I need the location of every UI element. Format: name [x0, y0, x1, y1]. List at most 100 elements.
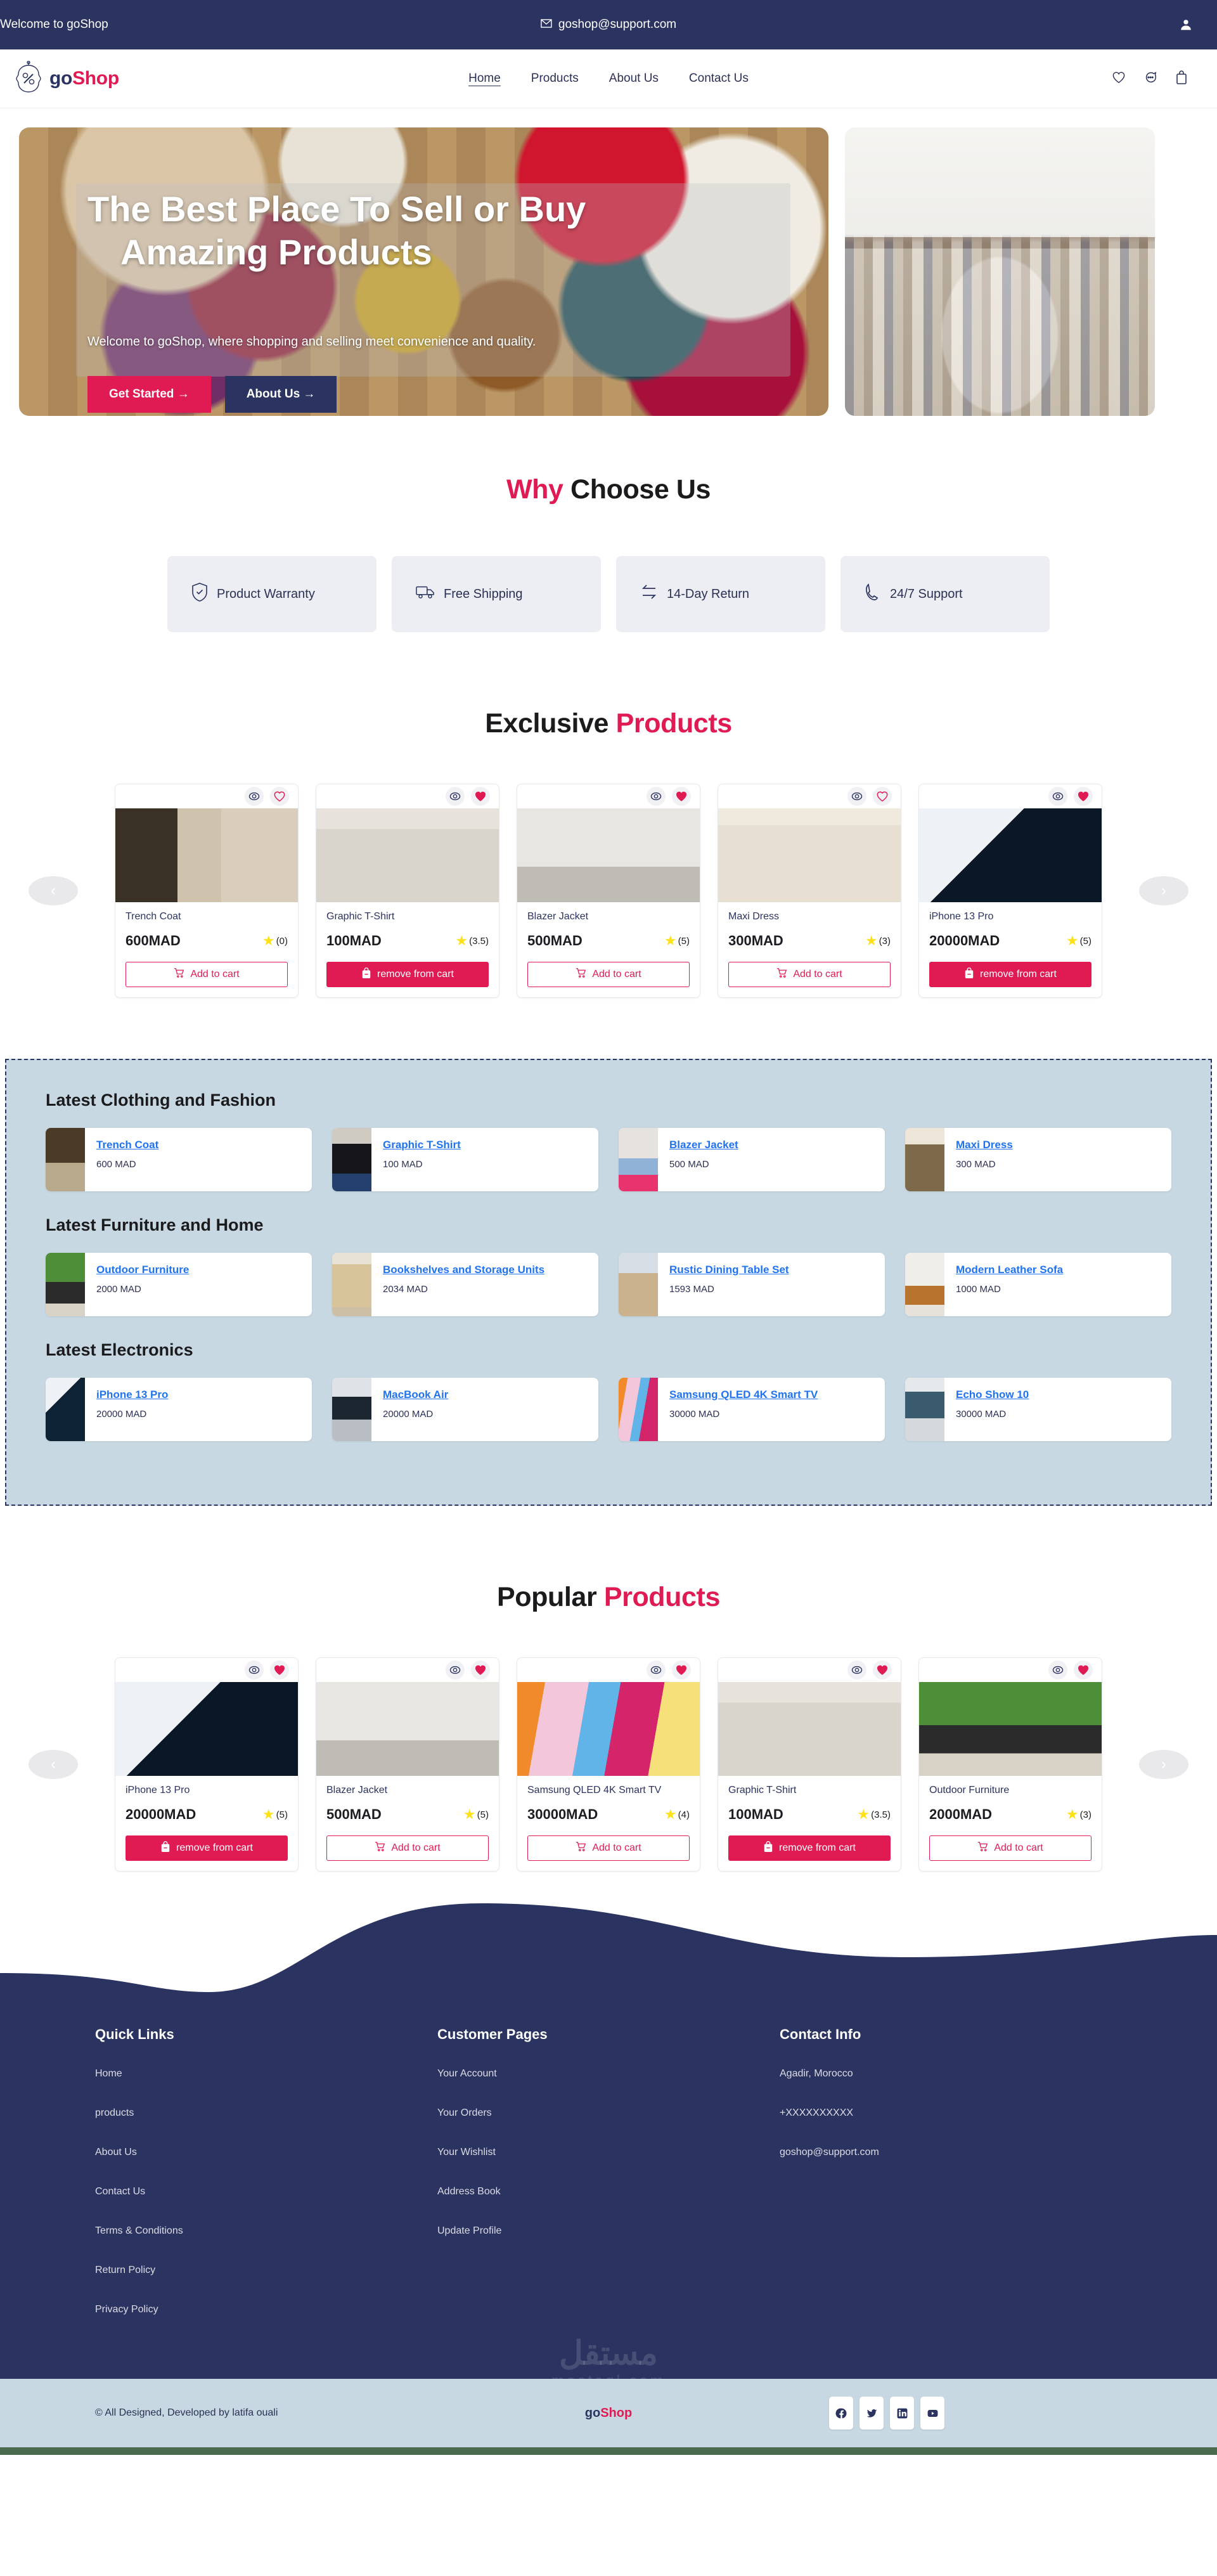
latest-product-card[interactable]: Samsung QLED 4K Smart TV 30000 MAD [619, 1378, 885, 1441]
wishlist-heart-icon[interactable] [672, 787, 691, 806]
wishlist-heart-icon[interactable] [471, 1660, 490, 1680]
bag-icon[interactable] [1175, 70, 1188, 87]
latest-product-name-link[interactable]: Outdoor Furniture [96, 1264, 189, 1276]
why-card-free-shipping[interactable]: Free Shipping [392, 556, 601, 632]
quick-view-eye-icon[interactable] [446, 787, 465, 806]
why-card-product-warranty[interactable]: Product Warranty [167, 556, 377, 632]
remove-from-cart-button[interactable]: remove from cart [326, 962, 489, 987]
brand-logo[interactable]: goShop [14, 60, 119, 97]
popular-carousel-prev-button[interactable]: ‹ [29, 1750, 78, 1779]
latest-product-name-link[interactable]: iPhone 13 Pro [96, 1388, 168, 1401]
add-to-cart-button[interactable]: Add to cart [126, 962, 288, 987]
quick-view-eye-icon[interactable] [245, 1660, 264, 1680]
product-card[interactable]: iPhone 13 Pro 20000MAD ★ (5) remove from car… [115, 1657, 299, 1872]
latest-product-name-link[interactable]: Rustic Dining Table Set [669, 1264, 789, 1276]
add-to-cart-button[interactable]: Add to cart [929, 1835, 1091, 1861]
nav-item-about-us[interactable]: About Us [608, 68, 660, 89]
latest-product-card[interactable]: Rustic Dining Table Set 1593 MAD [619, 1253, 885, 1316]
wishlist-heart-icon[interactable] [672, 1660, 691, 1680]
latest-product-name-link[interactable]: Samsung QLED 4K Smart TV [669, 1388, 818, 1401]
latest-product-card[interactable]: Trench Coat 600 MAD [46, 1128, 312, 1191]
add-to-cart-button[interactable]: Add to cart [527, 962, 690, 987]
footer-link-privacy-policy[interactable]: Privacy Policy [95, 2304, 437, 2315]
nav-item-home[interactable]: Home [467, 68, 502, 89]
facebook-icon[interactable] [829, 2397, 853, 2430]
footer-link-contact-us[interactable]: Contact Us [95, 2186, 437, 2197]
wishlist-heart-icon[interactable] [873, 787, 892, 806]
remove-from-cart-button[interactable]: remove from cart [126, 1835, 288, 1861]
footer-link-your-orders[interactable]: Your Orders [437, 2107, 780, 2119]
add-to-cart-button[interactable]: Add to cart [527, 1835, 690, 1861]
product-card[interactable]: iPhone 13 Pro 20000MAD ★ (5) remove from car… [918, 784, 1102, 998]
latest-product-card[interactable]: Echo Show 10 30000 MAD [905, 1378, 1171, 1441]
footer-link-return-policy[interactable]: Return Policy [95, 2265, 437, 2276]
wishlist-heart-icon[interactable] [1074, 787, 1093, 806]
footer-link-update-profile[interactable]: Update Profile [437, 2225, 780, 2237]
product-card[interactable]: Blazer Jacket 500MAD ★ (5) Add to cart [517, 784, 700, 998]
latest-product-name-link[interactable]: Graphic T-Shirt [383, 1139, 461, 1151]
footer-link-products[interactable]: products [95, 2107, 437, 2119]
quick-view-eye-icon[interactable] [1048, 1660, 1067, 1680]
latest-product-card[interactable]: Maxi Dress 300 MAD [905, 1128, 1171, 1191]
latest-product-name-link[interactable]: Blazer Jacket [669, 1139, 738, 1151]
product-card[interactable]: Trench Coat 600MAD ★ (0) Add to cart [115, 784, 299, 998]
quick-view-eye-icon[interactable] [647, 1660, 666, 1680]
footer-link-your-account[interactable]: Your Account [437, 2068, 780, 2080]
add-to-cart-button[interactable]: Add to cart [728, 962, 891, 987]
product-card[interactable]: Graphic T-Shirt 100MAD ★ (3.5) remove from c… [718, 1657, 901, 1872]
add-to-cart-button[interactable]: Add to cart [326, 1835, 489, 1861]
popular-carousel-next-button[interactable]: › [1139, 1750, 1188, 1779]
wishlist-heart-icon[interactable] [873, 1660, 892, 1680]
latest-product-name-link[interactable]: Modern Leather Sofa [956, 1264, 1063, 1276]
topbar-email[interactable]: goshop@support.com [541, 18, 676, 32]
product-card[interactable]: Graphic T-Shirt 100MAD ★ (3.5) remove from c… [316, 784, 499, 998]
chat-icon[interactable] [1143, 70, 1157, 87]
quick-view-eye-icon[interactable] [847, 1660, 866, 1680]
nav-item-products[interactable]: Products [530, 68, 580, 89]
quick-view-eye-icon[interactable] [647, 787, 666, 806]
product-card[interactable]: Outdoor Furniture 2000MAD ★ (3) Add to cart [918, 1657, 1102, 1872]
carousel-next-button[interactable]: › [1139, 876, 1188, 905]
footer-link-your-wishlist[interactable]: Your Wishlist [437, 2147, 780, 2158]
latest-product-card[interactable]: iPhone 13 Pro 20000 MAD [46, 1378, 312, 1441]
latest-product-card[interactable]: Blazer Jacket 500 MAD [619, 1128, 885, 1191]
latest-product-name-link[interactable]: MacBook Air [383, 1388, 448, 1401]
user-icon[interactable] [1179, 18, 1193, 32]
quick-view-eye-icon[interactable] [245, 787, 264, 806]
product-card[interactable]: Blazer Jacket 500MAD ★ (5) Add to cart [316, 1657, 499, 1872]
latest-product-name-link[interactable]: Echo Show 10 [956, 1388, 1029, 1401]
footer-link-address-book[interactable]: Address Book [437, 2186, 780, 2197]
product-card[interactable]: Maxi Dress 300MAD ★ (3) Add to cart [718, 784, 901, 998]
wishlist-heart-icon[interactable] [471, 787, 490, 806]
quick-view-eye-icon[interactable] [847, 787, 866, 806]
quick-view-eye-icon[interactable] [1048, 787, 1067, 806]
wishlist-heart-icon[interactable] [270, 787, 289, 806]
remove-from-cart-button[interactable]: remove from cart [929, 962, 1091, 987]
linkedin-icon[interactable] [890, 2397, 914, 2430]
product-card[interactable]: Samsung QLED 4K Smart TV 30000MAD ★ (4) Add … [517, 1657, 700, 1872]
latest-product-card[interactable]: MacBook Air 20000 MAD [332, 1378, 598, 1441]
latest-product-card[interactable]: Outdoor Furniture 2000 MAD [46, 1253, 312, 1316]
quick-view-eye-icon[interactable] [446, 1660, 465, 1680]
latest-product-name-link[interactable]: Maxi Dress [956, 1139, 1013, 1151]
twitter-icon[interactable] [860, 2397, 884, 2430]
latest-product-card[interactable]: Modern Leather Sofa 1000 MAD [905, 1253, 1171, 1316]
youtube-icon[interactable] [920, 2397, 944, 2430]
remove-from-cart-button[interactable]: remove from cart [728, 1835, 891, 1861]
carousel-prev-button[interactable]: ‹ [29, 876, 78, 905]
heart-icon[interactable] [1112, 71, 1126, 87]
why-card-24-7-support[interactable]: 24/7 Support [840, 556, 1050, 632]
nav-item-contact-us[interactable]: Contact Us [688, 68, 750, 89]
footer-link-home[interactable]: Home [95, 2068, 437, 2080]
latest-product-card[interactable]: Bookshelves and Storage Units 2034 MAD [332, 1253, 598, 1316]
about-us-button[interactable]: About Us → [224, 375, 337, 413]
why-card-14-day-return[interactable]: 14-Day Return [616, 556, 825, 632]
latest-product-name-link[interactable]: Trench Coat [96, 1139, 158, 1151]
latest-product-name-link[interactable]: Bookshelves and Storage Units [383, 1264, 544, 1276]
wishlist-heart-icon[interactable] [1074, 1660, 1093, 1680]
footer-link-about-us[interactable]: About Us [95, 2147, 437, 2158]
get-started-button[interactable]: Get Started → [87, 375, 211, 413]
latest-product-card[interactable]: Graphic T-Shirt 100 MAD [332, 1128, 598, 1191]
wishlist-heart-icon[interactable] [270, 1660, 289, 1680]
footer-link-terms-conditions[interactable]: Terms & Conditions [95, 2225, 437, 2237]
